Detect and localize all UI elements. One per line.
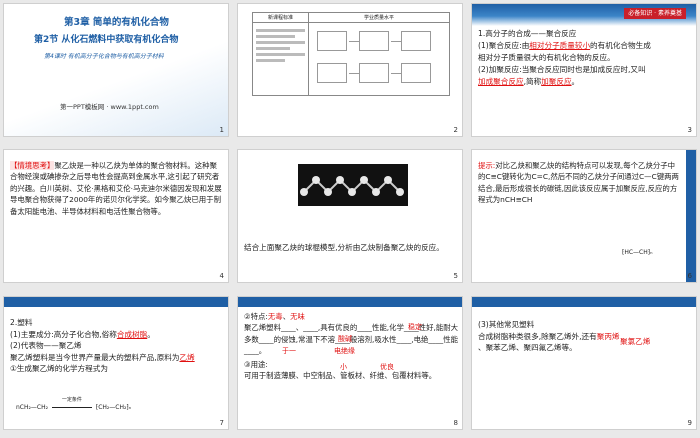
- slide-number: 1: [219, 126, 224, 134]
- heading-line: 1.高分子的合成——聚合反应: [478, 29, 577, 38]
- slide-thumbnail-8[interactable]: ②特点:无毒、无味 聚乙烯塑料____、____,具有优良的____性能,化学_…: [237, 296, 463, 430]
- section-badge: 必备知识 · 素养奠基: [624, 8, 686, 19]
- slide-number: 5: [453, 272, 458, 280]
- text-line: 合成树脂种类很多,除聚乙烯外,还有聚丙烯: [478, 331, 620, 341]
- context-tag: 【情境思考】: [10, 161, 55, 170]
- site-label: 第一PPT模板网 · www.1ppt.com: [60, 103, 159, 111]
- slide-number: 4: [219, 272, 224, 280]
- text-line: (1)聚合反应:由相对分子质量较小的有机化合物生成: [478, 41, 651, 50]
- standards-table: 新课程标准 学业质量水平: [252, 12, 450, 96]
- slide-number: 6: [687, 272, 692, 280]
- header-bar: [4, 297, 228, 307]
- hint-tag: 提示:: [478, 161, 496, 170]
- slide-thumbnail-7[interactable]: 2.塑料 (1)主要成分:高分子化合物,俗称合成树脂。 (2)代表物——聚乙烯 …: [3, 296, 229, 430]
- product-formula: ⁅HC—CH⁆ₙ: [622, 249, 653, 256]
- slide-number: 3: [687, 126, 692, 134]
- slide-thumbnail-3[interactable]: 必备知识 · 素养奠基 1.高分子的合成——聚合反应 (1)聚合反应:由相对分子…: [471, 3, 697, 137]
- text-line: 加成聚合反应,简称加聚反应。: [478, 77, 580, 86]
- section-title: 第2节 从化石燃料中获取有机化合物: [34, 35, 179, 45]
- text-line: ②特点:无毒、无味: [244, 312, 305, 321]
- slide-number: 9: [687, 419, 692, 427]
- answer-label: 小: [340, 363, 347, 371]
- text-line: (1)主要成分:高分子化合物,俗称合成树脂。: [10, 329, 155, 339]
- answer-label: 稳定: [408, 323, 422, 331]
- chapter-title: 第3章 简单的有机化合物: [64, 17, 169, 28]
- answer-label: 于一: [282, 347, 296, 355]
- side-bar: [686, 150, 696, 282]
- slide-thumbnail-1[interactable]: 第3章 简单的有机化合物 第2节 从化石燃料中获取有机化合物 第4课时 有机高分…: [3, 3, 229, 137]
- slide-number: 7: [219, 419, 224, 427]
- table-header: 新课程标准: [253, 13, 309, 22]
- answer-label: 聚氯乙烯: [620, 337, 651, 346]
- answer-label: 电绝缘: [334, 347, 355, 355]
- ball-stick-model-image: [298, 164, 408, 206]
- slide-thumbnail-6[interactable]: 提示:对比乙炔和聚乙炔的结构特点可以发现,每个乙炔分子中的C≡C键转化为C=C,…: [471, 149, 697, 283]
- header-bar: [472, 297, 696, 307]
- slide-thumbnail-4[interactable]: 【情境思考】聚乙炔是一种以乙炔为单体的聚合物材料。这种聚合物经溴或碘掺杂之后导电…: [3, 149, 229, 283]
- header-bar: [238, 297, 462, 307]
- text-line: ③用途:: [244, 359, 268, 369]
- equation: nCH₂—CH₂ 一定条件 ⁅CH₂—CH₂⁆ₙ: [16, 397, 132, 411]
- text-line: 聚乙烯塑料是当今世界产量最大的塑料产品,原料为乙烯: [10, 352, 195, 362]
- text-line: 可用于制造薄膜、中空制品、管板材、纤维、包覆材料等。: [244, 371, 437, 381]
- text-line: 相对分子质量很大的有机化合物的反应。: [478, 53, 615, 62]
- slide-thumbnail-5[interactable]: 结合上面聚乙炔的球棍模型,分析由乙炔制备聚乙炔的反应。 5: [237, 149, 463, 283]
- slide-thumbnail-2[interactable]: 新课程标准 学业质量水平 2: [237, 3, 463, 137]
- text-line: (2)加聚反应:当聚合反应同时也是加成反应时,又叫: [478, 65, 646, 74]
- answer-label: 酸碱: [338, 335, 352, 343]
- lesson-title: 第4课时 有机高分子化合物与有机高分子材料: [44, 53, 164, 60]
- answer-label: 优良: [380, 363, 394, 371]
- text-line: 、聚苯乙烯、聚四氟乙烯等。: [478, 343, 577, 353]
- text-line: ①生成聚乙烯的化学方程式为: [10, 364, 108, 374]
- question-text: 结合上面聚乙炔的球棍模型,分析由乙炔制备聚乙炔的反应。: [244, 243, 444, 252]
- heading-line: (3)其他常见塑料: [478, 320, 535, 329]
- slide-thumbnail-9[interactable]: (3)其他常见塑料 合成树脂种类很多,除聚乙烯外,还有聚丙烯 、聚苯乙烯、聚四氟…: [471, 296, 697, 430]
- hint-text: 对比乙炔和聚乙炔的结构特点可以发现,每个乙炔分子中的C≡C键转化为C=C,然后不…: [478, 161, 679, 205]
- heading-line: 2.塑料: [10, 318, 33, 327]
- text-line: (2)代表物——聚乙烯: [10, 341, 82, 351]
- slide-number: 2: [453, 126, 458, 134]
- slide-number: 8: [453, 419, 458, 427]
- table-header: 学业质量水平: [363, 15, 394, 21]
